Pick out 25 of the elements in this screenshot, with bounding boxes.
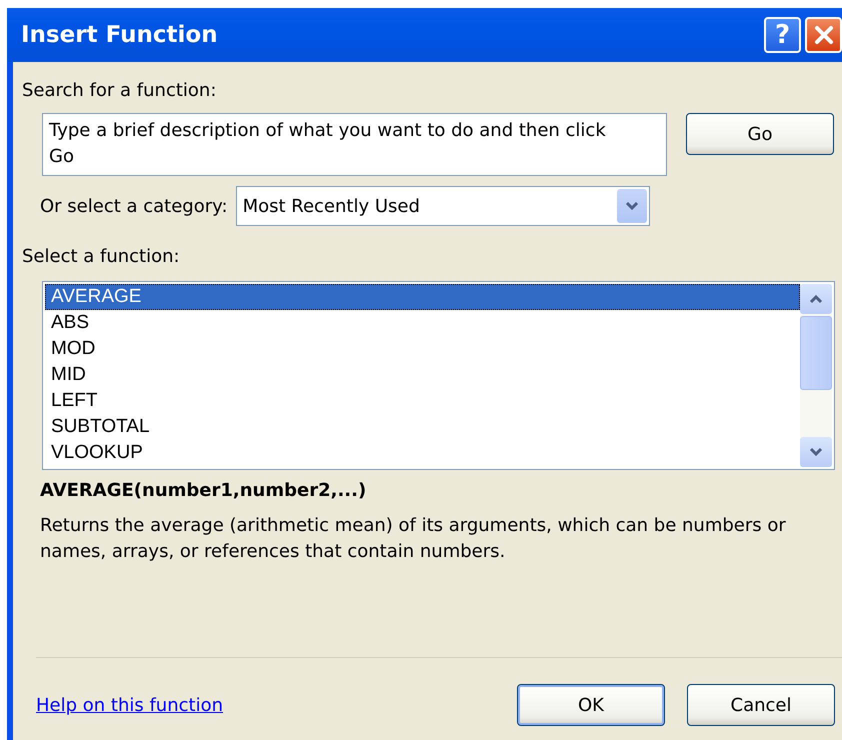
- function-list-label: Select a function:: [22, 246, 181, 267]
- scroll-down-icon[interactable]: [809, 447, 823, 457]
- function-signature: AVERAGE(number1,number2,...): [40, 480, 368, 501]
- cancel-button[interactable]: Cancel: [687, 684, 835, 726]
- scroll-up-icon[interactable]: [809, 294, 823, 304]
- function-item[interactable]: VLOOKUP: [45, 440, 800, 466]
- help-link[interactable]: Help on this function: [36, 694, 223, 716]
- function-item[interactable]: MOD: [45, 336, 800, 362]
- function-item[interactable]: SUBTOTAL: [45, 414, 800, 440]
- function-description: Returns the average (arithmetic mean) of its arguments, which can be numbers or names, arrays, or references that contain numbers.: [40, 514, 787, 564]
- category-label: Or select a category:: [40, 196, 228, 216]
- category-dropdown[interactable]: Most Recently Used: [236, 186, 650, 226]
- close-icon: [812, 24, 834, 46]
- window-title: Insert Function: [21, 22, 219, 48]
- function-item[interactable]: AVERAGE: [45, 284, 800, 310]
- search-field[interactable]: Type a brief description of what you want to do and then click Go: [42, 113, 667, 176]
- scrollbar[interactable]: [800, 284, 832, 467]
- function-item[interactable]: LEFT: [45, 388, 800, 414]
- search-label: Search for a function:: [22, 80, 218, 101]
- go-button[interactable]: Go: [686, 113, 834, 155]
- ok-button[interactable]: OK: [517, 684, 665, 726]
- close-button[interactable]: [805, 17, 842, 53]
- function-item[interactable]: ABS: [45, 310, 800, 336]
- help-button[interactable]: ?: [764, 17, 801, 53]
- function-item[interactable]: MID: [45, 362, 800, 388]
